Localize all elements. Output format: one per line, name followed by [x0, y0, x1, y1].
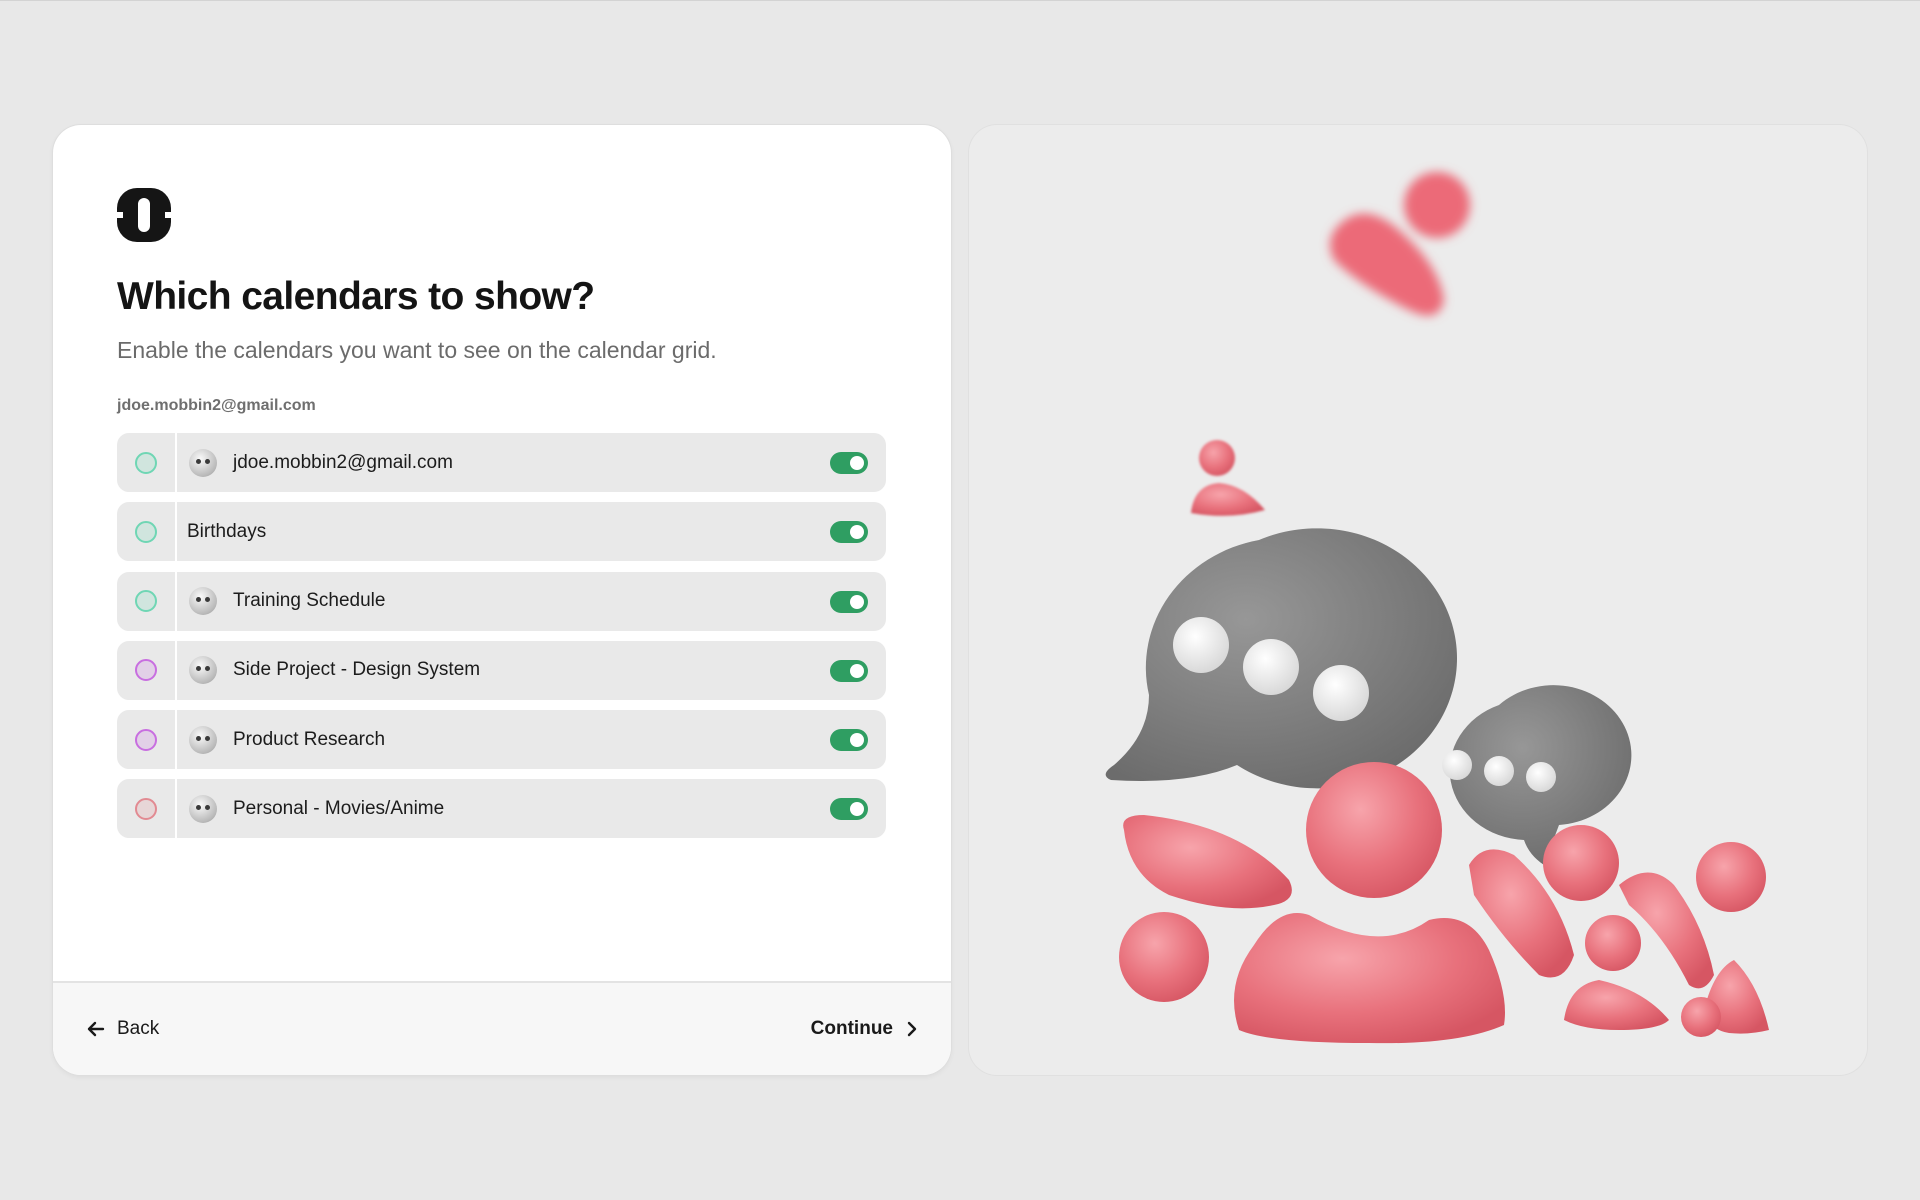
calendar-toggle[interactable]: [830, 659, 868, 682]
calendar-row[interactable]: Training Schedule: [117, 571, 886, 631]
small-person-icon: [1191, 440, 1265, 516]
winking-face-icon: [189, 587, 217, 616]
pink-people-group-icon: [1119, 762, 1769, 1044]
color-ring-icon: [135, 451, 157, 474]
calendar-row[interactable]: Birthdays: [117, 502, 886, 562]
chevron-right-icon: [907, 1021, 917, 1037]
calendar-name: Training Schedule: [233, 590, 386, 612]
color-ring-icon: [135, 590, 157, 613]
brand-logo-icon: [117, 188, 171, 242]
toggle-knob: [850, 525, 864, 540]
calendar-list: jdoe.mobbin2@gmail.com Birthdays Trainin…: [117, 433, 886, 849]
large-chat-bubble-icon: [1105, 528, 1458, 789]
illustration-panel: [969, 125, 1867, 1075]
blurred-person-icon: [1330, 172, 1470, 316]
calendar-row[interactable]: jdoe.mobbin2@gmail.com: [117, 433, 886, 492]
calendar-toggle[interactable]: [830, 521, 868, 544]
page-subtitle: Enable the calendars you want to see on …: [117, 337, 717, 363]
onboarding-card: Which calendars to show? Enable the cale…: [53, 125, 951, 1075]
color-ring-icon: [135, 797, 157, 820]
calendar-name: Birthdays: [187, 520, 267, 542]
continue-button-label: Continue: [810, 1018, 893, 1039]
color-swatch-cell[interactable]: [117, 571, 177, 631]
toggle-knob: [850, 802, 864, 817]
sunglasses-face-icon: [189, 656, 217, 685]
back-button[interactable]: Back: [87, 1018, 159, 1040]
calendar-row[interactable]: Personal - Movies/Anime: [117, 779, 886, 839]
calendar-name: jdoe.mobbin2@gmail.com: [233, 451, 453, 473]
window-top-border: [0, 0, 1920, 1]
color-swatch-cell[interactable]: [117, 640, 177, 700]
color-ring-icon: [135, 728, 157, 751]
star-struck-face-icon: [189, 448, 217, 477]
toggle-knob: [850, 594, 864, 609]
calendar-name: Product Research: [233, 728, 386, 750]
continue-button[interactable]: Continue: [811, 1018, 917, 1040]
calendar-name: Side Project - Design System: [233, 659, 481, 681]
chat-bubbles-illustration: [1105, 172, 1769, 1044]
back-button-label: Back: [117, 1018, 160, 1039]
color-swatch-cell[interactable]: [117, 779, 177, 839]
page-title: Which calendars to show?: [117, 275, 595, 318]
color-swatch-cell[interactable]: [117, 433, 177, 492]
toggle-knob: [850, 733, 864, 748]
robot-face-icon: [189, 794, 217, 823]
calendar-toggle[interactable]: [830, 452, 868, 474]
toggle-knob: [850, 663, 864, 678]
calendar-name: Personal - Movies/Anime: [233, 797, 445, 819]
arrow-left-icon: [87, 1021, 105, 1037]
calendar-toggle[interactable]: [830, 798, 868, 821]
toggle-knob: [850, 456, 864, 470]
account-email-label: jdoe.mobbin2@gmail.com: [117, 397, 316, 414]
color-swatch-cell[interactable]: [117, 710, 177, 770]
calendar-row[interactable]: Side Project - Design System: [117, 640, 886, 700]
calendar-row[interactable]: Product Research: [117, 710, 886, 770]
calendar-toggle[interactable]: [830, 729, 868, 752]
card-footer: Back Continue: [53, 981, 951, 1075]
color-ring-icon: [135, 659, 157, 682]
color-swatch-cell[interactable]: [117, 502, 177, 562]
calendar-toggle[interactable]: [830, 590, 868, 613]
color-ring-icon: [135, 520, 157, 543]
grinning-squinting-face-icon: [189, 725, 217, 754]
